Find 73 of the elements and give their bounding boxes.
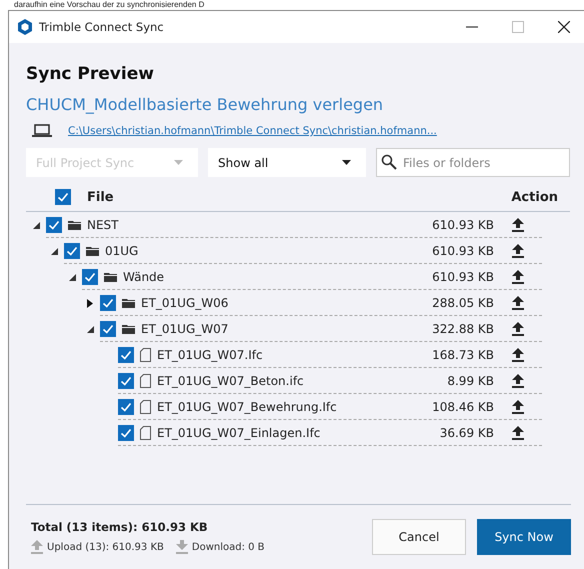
checkbox[interactable] bbox=[55, 189, 71, 205]
dialog-heading: Sync Preview bbox=[26, 64, 155, 84]
search-field[interactable]: Files or folders bbox=[376, 148, 570, 177]
column-header: Action bbox=[511, 190, 558, 205]
item-name: NEST bbox=[87, 218, 120, 232]
checkbox[interactable] bbox=[118, 346, 134, 362]
caret-icon bbox=[342, 160, 351, 165]
background-text: daraufhin eine Vorschau der zu synchronisierenden D bbox=[13, 0, 206, 10]
search-icon bbox=[381, 154, 397, 170]
checkbox[interactable] bbox=[100, 294, 116, 310]
folder-icon bbox=[122, 323, 135, 334]
sync-now-button[interactable]: Sync Now bbox=[477, 519, 571, 555]
cancel-button[interactable]: Cancel bbox=[372, 519, 466, 555]
laptop-icon bbox=[32, 124, 52, 138]
file-icon bbox=[140, 400, 151, 414]
upload-icon[interactable] bbox=[512, 270, 524, 284]
folder-icon bbox=[86, 245, 99, 256]
item-size: 168.73 KB bbox=[432, 348, 494, 362]
upload-icon[interactable] bbox=[512, 218, 524, 232]
download-summary: Download: 0 B bbox=[192, 542, 265, 552]
item-name: ET_01UG_W06 bbox=[141, 296, 230, 310]
item-size: 288.05 KB bbox=[432, 296, 494, 310]
file-icon bbox=[140, 426, 151, 440]
checkbox[interactable] bbox=[64, 242, 80, 258]
dropdown[interactable]: Show all bbox=[208, 148, 366, 177]
item-name: Wände bbox=[123, 270, 166, 284]
logo-icon bbox=[18, 19, 32, 35]
expanded-arrow-icon[interactable] bbox=[86, 326, 94, 332]
item-name: ET_01UG_W07_Beton.ifc bbox=[157, 374, 305, 388]
item-name: ET_01UG_W07 bbox=[141, 322, 230, 336]
item-size: 610.93 KB bbox=[432, 218, 494, 232]
folder-path-link[interactable]: C:\Users\christian.hofmann\Trimble Connect Sync\christian.hofmann... bbox=[68, 125, 437, 137]
checkbox[interactable] bbox=[100, 320, 116, 336]
folder-icon bbox=[122, 297, 135, 308]
checkbox[interactable] bbox=[82, 268, 98, 284]
folder-icon bbox=[104, 271, 117, 282]
file-icon bbox=[140, 374, 151, 388]
upload-icon[interactable] bbox=[512, 322, 524, 336]
item-name: ET_01UG_W07.Ifc bbox=[157, 348, 264, 362]
upload-icon[interactable] bbox=[512, 296, 524, 310]
item-size: 322.88 KB bbox=[432, 322, 494, 336]
checkbox[interactable] bbox=[46, 216, 62, 232]
item-name: ET_01UG_W07_Einlagen.Ifc bbox=[157, 426, 322, 440]
expanded-arrow-icon[interactable] bbox=[68, 274, 76, 280]
upload-icon[interactable] bbox=[512, 348, 524, 362]
project-name: CHUCM_Modellbasierte Bewehrung verlegen bbox=[26, 95, 384, 114]
collapsed-arrow-icon[interactable] bbox=[87, 298, 93, 308]
item-size: 108.46 KB bbox=[432, 400, 494, 414]
column-header: File bbox=[87, 190, 114, 204]
item-size: 610.93 KB bbox=[432, 244, 494, 258]
upload-summary: Upload (13): 610.93 KB bbox=[47, 542, 164, 552]
close-icon[interactable] bbox=[558, 21, 570, 33]
checkbox[interactable] bbox=[118, 372, 134, 388]
expanded-arrow-icon[interactable] bbox=[50, 248, 58, 254]
item-name: ET_01UG_W07_Bewehrung.Ifc bbox=[157, 400, 338, 414]
checkbox[interactable] bbox=[118, 424, 134, 440]
upload-icon[interactable] bbox=[512, 400, 524, 414]
upload-icon[interactable] bbox=[512, 374, 524, 388]
item-size: 610.93 KB bbox=[432, 270, 494, 284]
window-title: Trimble Connect Sync bbox=[39, 20, 165, 34]
folder-icon bbox=[68, 219, 81, 230]
download-icon bbox=[176, 540, 188, 554]
file-icon bbox=[140, 348, 151, 362]
upload-icon bbox=[31, 540, 43, 554]
item-name: 01UG bbox=[105, 244, 140, 258]
item-size: 8.99 KB bbox=[447, 374, 494, 388]
total-summary: Total (13 items): 610.93 KB bbox=[31, 520, 209, 534]
expanded-arrow-icon[interactable] bbox=[32, 222, 40, 228]
item-size: 36.69 KB bbox=[440, 426, 494, 440]
caret-icon bbox=[174, 160, 183, 165]
checkbox[interactable] bbox=[118, 398, 134, 414]
upload-icon[interactable] bbox=[512, 426, 524, 440]
upload-icon[interactable] bbox=[512, 244, 524, 258]
